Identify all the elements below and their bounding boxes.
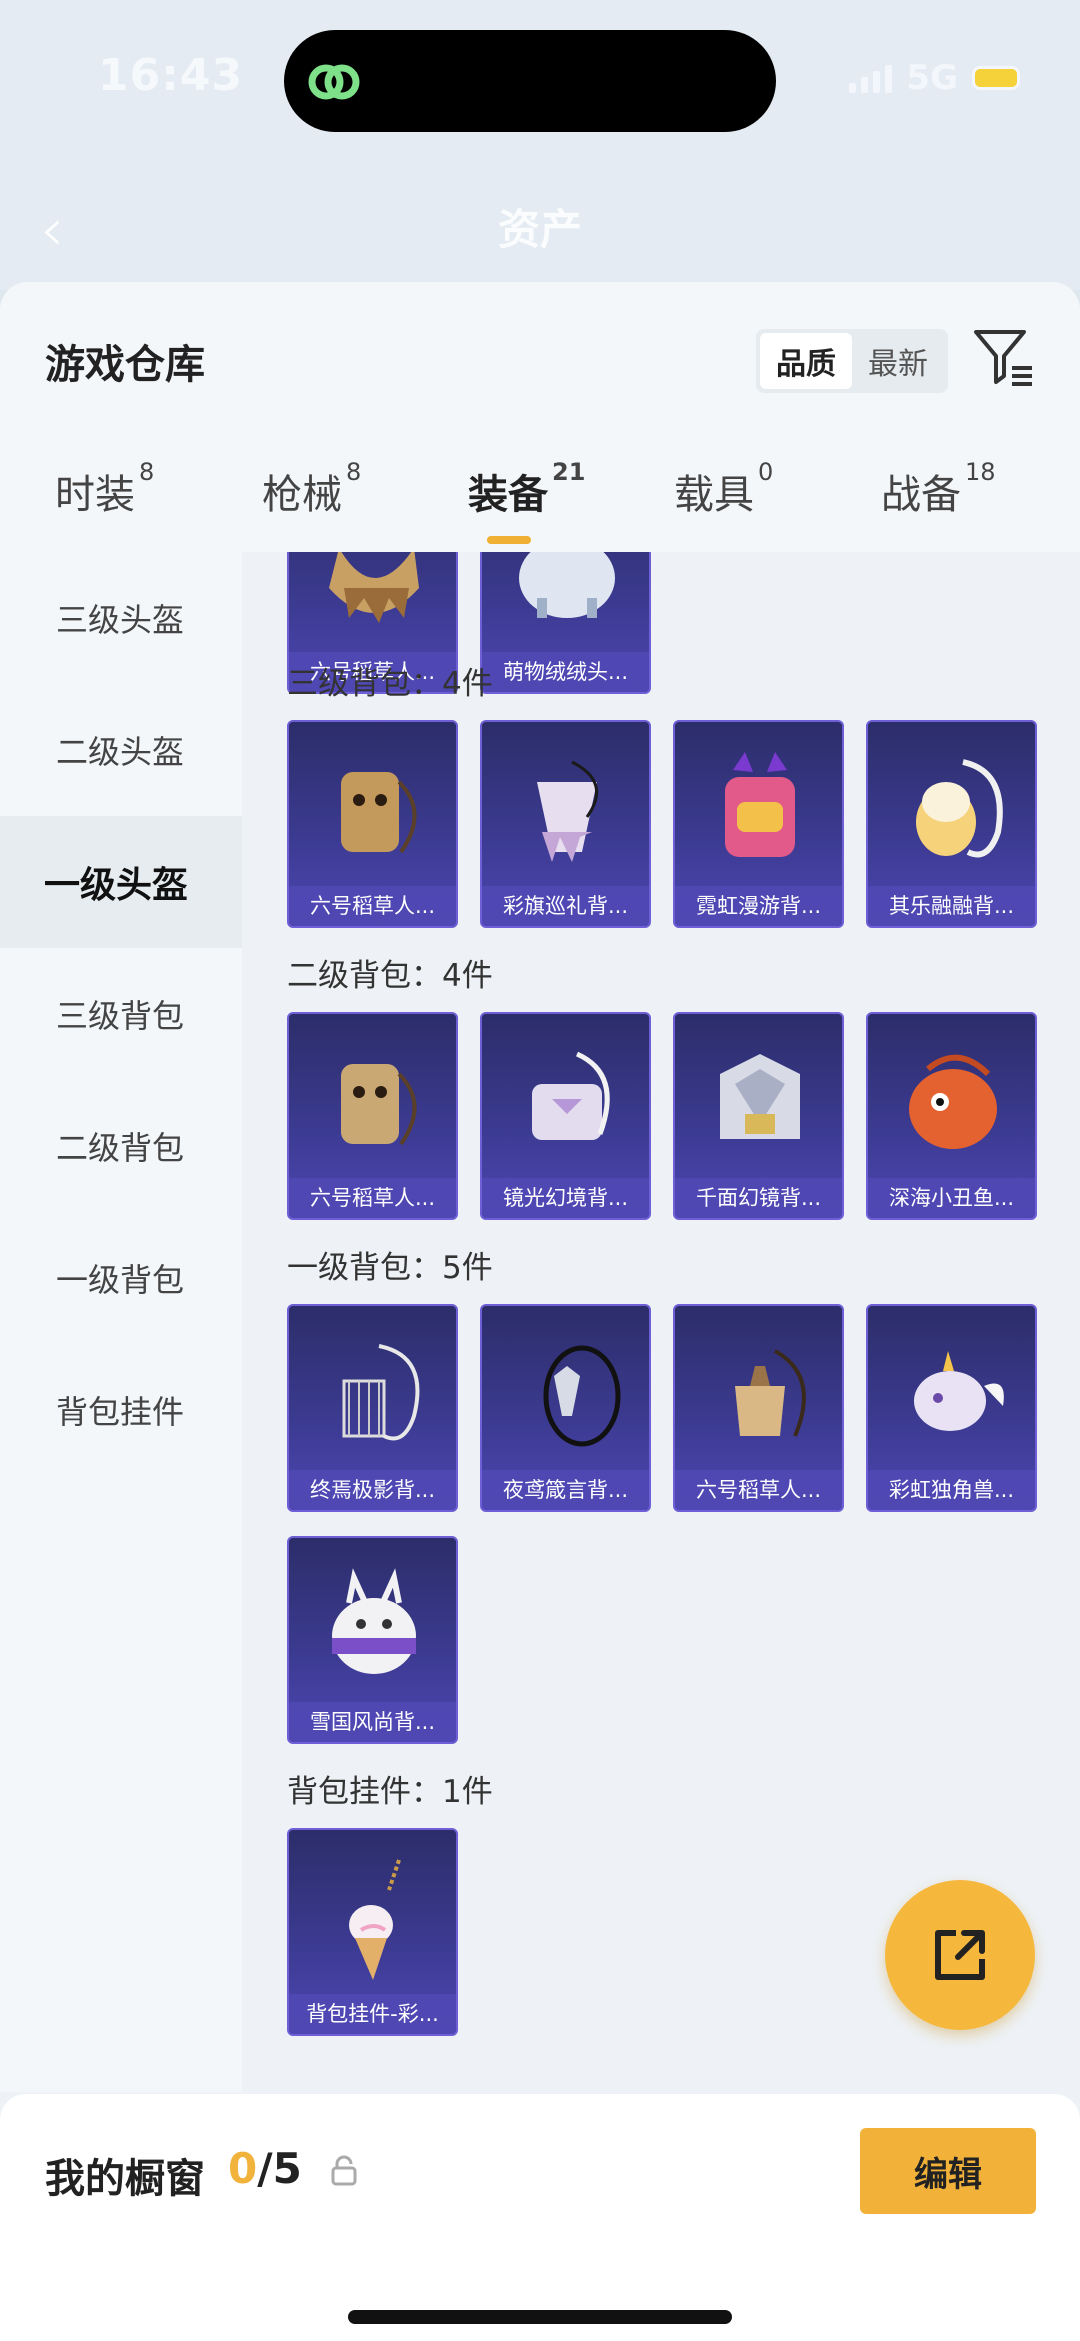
link-icon: [308, 64, 360, 100]
sidebar-item-backpack-2[interactable]: 二级背包: [0, 1080, 242, 1212]
network-type: 5G: [906, 58, 958, 98]
lock-icon: [331, 2155, 357, 2186]
item-card[interactable]: 萌物绒绒头...: [480, 552, 651, 694]
clownfish-backpack-icon: [909, 1054, 997, 1149]
status-time: 16:43: [98, 50, 244, 101]
item-card[interactable]: 六号稻草人...: [287, 720, 458, 928]
edit-button[interactable]: 编辑: [860, 2128, 1036, 2214]
warehouse-sheet: 游戏仓库 品质 最新 时装 8 枪械 8 装备 21 载具 0 战备 18 三级头盔 二级…: [0, 282, 1080, 2341]
sort-option-latest[interactable]: 最新: [852, 333, 944, 389]
sheet-title: 游戏仓库: [45, 342, 205, 388]
showcase-count: 0/5: [228, 2144, 302, 2193]
item-card[interactable]: 彩虹独角兽...: [866, 1304, 1037, 1512]
flag-parade-backpack-icon: [537, 760, 598, 862]
category-sidebar: 三级头盔 二级头盔 一级头盔 三级背包 二级背包 一级背包 背包挂件: [0, 552, 242, 2092]
item-card[interactable]: 终焉极影背...: [287, 1304, 458, 1512]
battery-icon: [972, 66, 1020, 90]
item-card[interactable]: 六号稻草人...: [673, 1304, 844, 1512]
item-card[interactable]: 霓虹漫游背...: [673, 720, 844, 928]
sidebar-item-helmet-2[interactable]: 二级头盔: [0, 684, 242, 816]
sort-option-quality[interactable]: 品质: [760, 333, 852, 389]
scarecrow-backpack-icon: [341, 1064, 417, 1146]
thousand-mirror-backpack-icon: [720, 1054, 800, 1139]
item-card[interactable]: 彩旗巡礼背...: [480, 720, 651, 928]
item-card[interactable]: 深海小丑鱼...: [866, 1012, 1037, 1220]
unicorn-backpack-icon: [914, 1351, 1004, 1431]
section-title-backpack-3: 三级背包：4件: [287, 666, 493, 702]
background-page-title: 资产: [497, 205, 582, 254]
tab-fashion[interactable]: 时装 8: [55, 458, 154, 520]
home-indicator[interactable]: [348, 2310, 732, 2324]
plush-helmet-icon: [519, 552, 615, 618]
scarecrow-backpack-icon: [341, 772, 417, 854]
item-card[interactable]: 雪国风尚背...: [287, 1536, 458, 1744]
share-external-icon: [935, 1930, 985, 1980]
item-card[interactable]: 其乐融融背...: [866, 720, 1037, 928]
share-fab-button[interactable]: [885, 1880, 1035, 2030]
tab-guns[interactable]: 枪械 8: [262, 458, 361, 520]
night-kite-backpack-icon: [543, 1345, 621, 1447]
sheet-header: 游戏仓库 品质 最新 时装 8 枪械 8 装备 21 载具 0 战备 18: [0, 282, 1080, 552]
scarecrow-backpack-icon: [735, 1349, 806, 1437]
tab-vehicles[interactable]: 载具 0: [674, 458, 773, 520]
background-app: 16:43 5G ‹ 资产: [0, 0, 1080, 290]
active-tab-indicator: [487, 536, 531, 544]
ice-cream-charm-icon: [349, 1859, 401, 1980]
section-title-backpack-1: 一级背包：5件: [287, 1250, 493, 1286]
mirror-realm-backpack-icon: [532, 1051, 610, 1140]
item-card[interactable]: 千面幻镜背...: [673, 1012, 844, 1220]
scarecrow-helmet-icon: [329, 552, 419, 623]
section-title-charm: 背包挂件：1件: [287, 1774, 493, 1810]
showcase-bar: 我的橱窗 0/5 编辑: [0, 2094, 1080, 2341]
tab-equipment[interactable]: 装备 21: [468, 458, 585, 520]
item-card[interactable]: 背包挂件-彩...: [287, 1828, 458, 2036]
signal-icon: [849, 63, 893, 93]
item-grid: 六号稻草人... 萌物绒绒头... 三级背包：4件 六号稻草人... 彩旗巡礼背…: [242, 552, 1080, 2092]
category-tabs: 时装 8 枪械 8 装备 21 载具 0 战备 18: [0, 458, 1080, 552]
joyful-backpack-icon: [916, 759, 1003, 858]
sidebar-item-backpack-charm[interactable]: 背包挂件: [0, 1344, 242, 1476]
sidebar-item-backpack-3[interactable]: 三级背包: [0, 948, 242, 1080]
sidebar-item-helmet-3[interactable]: 三级头盔: [0, 552, 242, 684]
item-card[interactable]: 镜光幻境背...: [480, 1012, 651, 1220]
neon-roam-backpack-icon: [725, 752, 795, 857]
snow-fashion-backpack-icon: [332, 1568, 416, 1674]
dynamic-island: [284, 30, 776, 132]
final-shadow-backpack-icon: [342, 1344, 420, 1441]
item-card[interactable]: 夜鸢箴言背...: [480, 1304, 651, 1512]
status-indicators: 5G: [849, 58, 1020, 98]
sidebar-item-helmet-1[interactable]: 一级头盔: [0, 816, 242, 948]
section-title-backpack-2: 二级背包：4件: [287, 958, 493, 994]
showcase-label: 我的橱窗: [45, 2156, 205, 2202]
filter-icon[interactable]: [972, 326, 1036, 388]
sort-toggle: 品质 最新: [756, 329, 948, 393]
item-card[interactable]: 六号稻草人...: [287, 1012, 458, 1220]
tab-supplies[interactable]: 战备 18: [881, 458, 996, 520]
sidebar-item-backpack-1[interactable]: 一级背包: [0, 1212, 242, 1344]
